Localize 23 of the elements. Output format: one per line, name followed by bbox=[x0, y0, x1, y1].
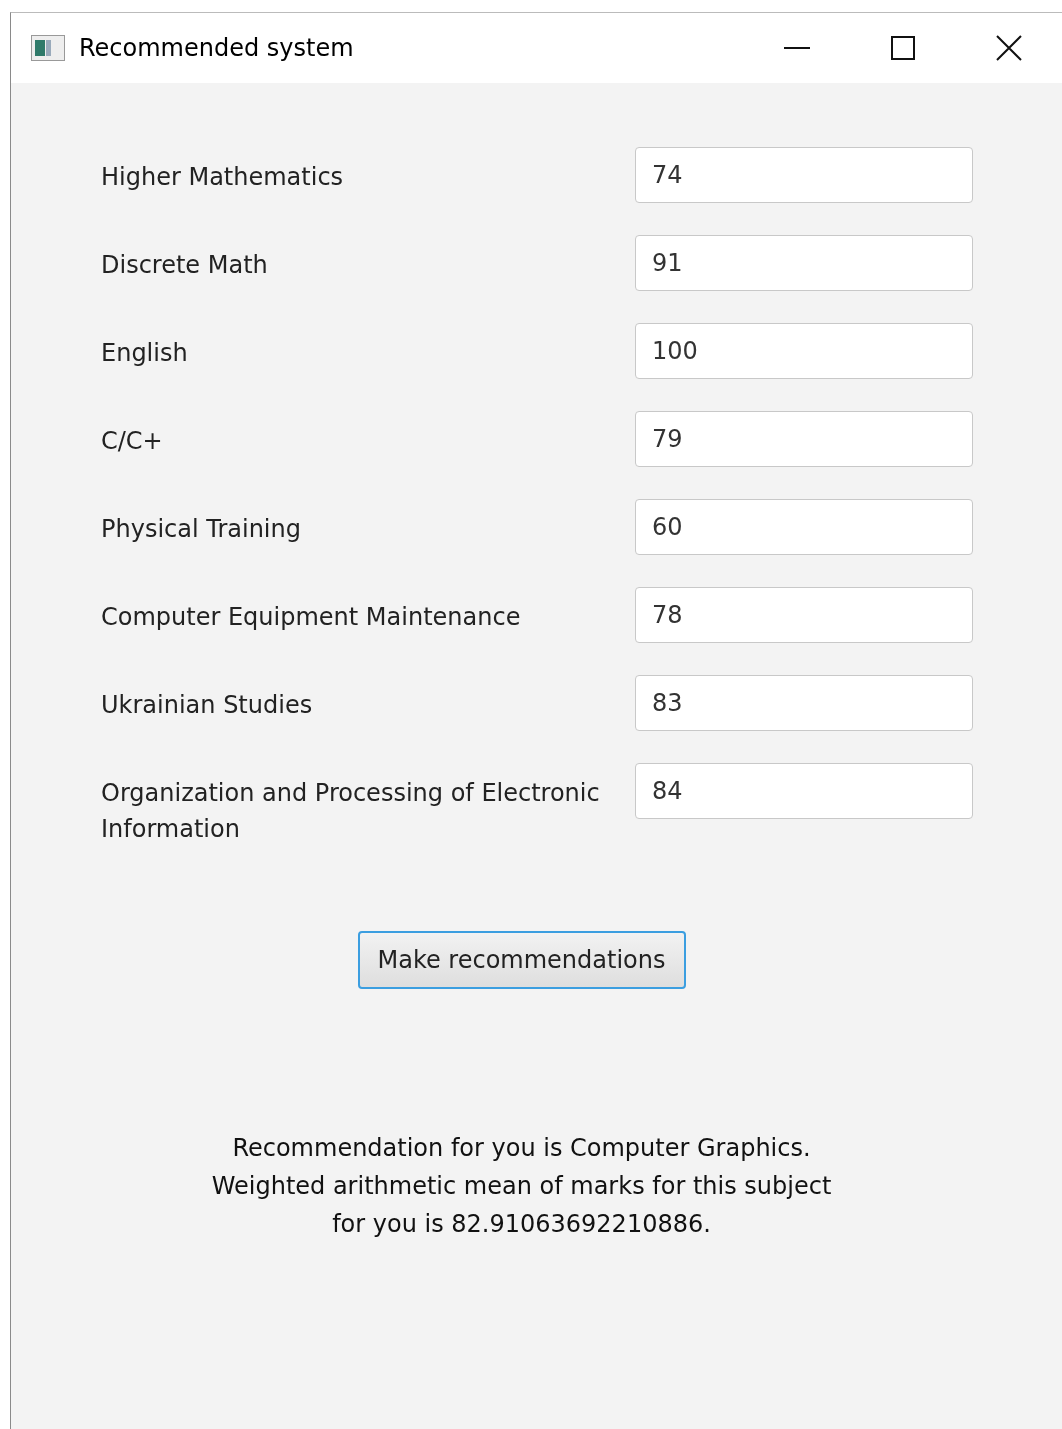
subject-label: Physical Training bbox=[101, 514, 302, 545]
mark-field[interactable]: 74 bbox=[635, 147, 973, 203]
mark-field[interactable]: 100 bbox=[635, 323, 973, 379]
mark-field[interactable]: 60 bbox=[635, 499, 973, 555]
maximize-icon bbox=[891, 36, 915, 60]
subject-label: Organization and Processing of Electronic Information bbox=[101, 778, 601, 845]
subject-label: Discrete Math bbox=[101, 250, 269, 281]
app-icon bbox=[31, 35, 65, 61]
subject-label: Higher Mathematics bbox=[101, 162, 345, 193]
make-recommendations-button[interactable]: Make recommendations bbox=[357, 931, 686, 989]
subject-label: Computer Equipment Maintenance bbox=[101, 602, 522, 633]
subject-label: C/C+ bbox=[101, 426, 164, 457]
mark-field[interactable]: 91 bbox=[635, 235, 973, 291]
subject-label: Ukrainian Studies bbox=[101, 690, 314, 721]
minimize-icon bbox=[784, 47, 810, 49]
window-title: Recommended system bbox=[79, 34, 355, 62]
subject-label: English bbox=[101, 338, 189, 369]
close-icon bbox=[996, 35, 1022, 61]
mark-field[interactable]: 84 bbox=[635, 763, 973, 819]
recommendation-text: Recommendation for you is Computer Graphics. Weighted arithmetic mean of marks for this subject for you is 82.91063692210886. bbox=[210, 1133, 833, 1240]
mark-field[interactable]: 83 bbox=[635, 675, 973, 731]
mark-field[interactable]: 78 bbox=[635, 587, 973, 643]
mark-field[interactable]: 79 bbox=[635, 411, 973, 467]
